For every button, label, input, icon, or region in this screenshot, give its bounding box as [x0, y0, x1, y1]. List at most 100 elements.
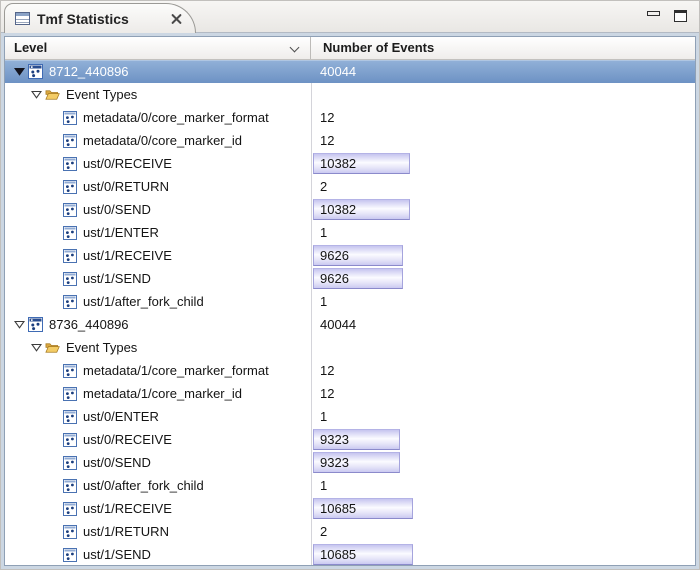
row-value: 12	[320, 386, 334, 401]
row-label: ust/1/ENTER	[83, 225, 159, 240]
folder-icon	[45, 87, 60, 102]
row-label: ust/0/RECEIVE	[83, 432, 172, 447]
column-header-number-of-events[interactable]: Number of Events	[312, 37, 695, 59]
row-value: 10685	[320, 501, 356, 516]
event-icon	[62, 156, 77, 171]
tab-tmf-statistics[interactable]: Tmf Statistics	[4, 3, 196, 33]
tree-row[interactable]: ust/1/RECEIVE10685	[5, 497, 695, 520]
expander-spacer	[45, 133, 62, 149]
tree-body: 8712_44089640044 Event Types metadata/0/…	[5, 60, 695, 565]
expander-spacer	[45, 524, 62, 540]
row-label: ust/0/SEND	[83, 202, 151, 217]
tree-row[interactable]: ust/1/RECEIVE9626	[5, 244, 695, 267]
level-cell: Event Types	[5, 336, 311, 359]
close-icon[interactable]	[170, 12, 183, 25]
folder-icon	[45, 340, 60, 355]
expander-spacer	[45, 202, 62, 218]
row-value: 1	[320, 409, 327, 424]
row-label: ust/0/RECEIVE	[83, 156, 172, 171]
row-value: 2	[320, 524, 327, 539]
tree-row[interactable]: Event Types	[5, 336, 695, 359]
tree-row[interactable]: ust/0/SEND9323	[5, 451, 695, 474]
statistics-tree-table: Level Number of Events 8712_44089640044 …	[4, 36, 696, 566]
events-cell: 40044	[311, 60, 695, 83]
trace-icon	[28, 64, 43, 79]
level-cell: ust/1/after_fork_child	[5, 290, 311, 313]
tree-row[interactable]: metadata/1/core_marker_id 12	[5, 382, 695, 405]
tree-row[interactable]: metadata/0/core_marker_id 12	[5, 129, 695, 152]
column-header-level[interactable]: Level	[5, 37, 311, 59]
row-value: 10382	[320, 202, 356, 217]
tree-row[interactable]: 8736_440896 40044	[5, 313, 695, 336]
tree-row[interactable]: ust/1/SEND 9626	[5, 267, 695, 290]
row-label: ust/1/SEND	[83, 271, 151, 286]
event-icon	[62, 363, 77, 378]
row-label: metadata/1/core_marker_id	[83, 386, 242, 401]
events-cell: 1	[311, 474, 695, 497]
tree-row[interactable]: Event Types	[5, 83, 695, 106]
maximize-icon[interactable]	[674, 10, 687, 22]
row-label: ust/1/SEND	[83, 547, 151, 562]
minimize-icon[interactable]	[647, 11, 660, 16]
expander-icon[interactable]	[11, 64, 28, 80]
expander-icon[interactable]	[11, 317, 28, 333]
expander-spacer	[45, 156, 62, 172]
row-value: 2	[320, 179, 327, 194]
row-value: 10685	[320, 547, 356, 562]
tree-row[interactable]: 8712_44089640044	[5, 60, 695, 83]
event-icon	[62, 133, 77, 148]
level-cell: metadata/1/core_marker_format	[5, 359, 311, 382]
expander-spacer	[45, 271, 62, 287]
event-icon	[62, 409, 77, 424]
tree-row[interactable]: ust/0/RECEIVE 9323	[5, 428, 695, 451]
tree-row[interactable]: metadata/1/core_marker_format 12	[5, 359, 695, 382]
level-cell: ust/0/RETURN	[5, 175, 311, 198]
event-icon	[62, 386, 77, 401]
row-value: 12	[320, 133, 334, 148]
events-cell: 9323	[311, 428, 695, 451]
tree-row[interactable]: ust/0/after_fork_child 1	[5, 474, 695, 497]
tree-row[interactable]: ust/1/after_fork_child1	[5, 290, 695, 313]
tree-row[interactable]: ust/1/ENTER 1	[5, 221, 695, 244]
expander-icon[interactable]	[28, 340, 45, 356]
tree-row[interactable]: ust/0/ENTER1	[5, 405, 695, 428]
row-label: metadata/0/core_marker_format	[83, 110, 269, 125]
events-cell: 1	[311, 290, 695, 313]
level-cell: metadata/0/core_marker_id	[5, 129, 311, 152]
level-cell: ust/0/RECEIVE	[5, 152, 311, 175]
row-value: 1	[320, 225, 327, 240]
expander-spacer	[45, 225, 62, 241]
tree-row[interactable]: ust/1/RETURN 2	[5, 520, 695, 543]
events-cell: 12	[311, 106, 695, 129]
row-label: ust/0/after_fork_child	[83, 478, 204, 493]
expander-spacer	[45, 455, 62, 471]
expander-spacer	[45, 110, 62, 126]
expander-spacer	[45, 294, 62, 310]
tree-row[interactable]: metadata/0/core_marker_format 12	[5, 106, 695, 129]
row-value: 40044	[320, 317, 356, 332]
row-value: 9626	[320, 271, 349, 286]
level-cell: metadata/1/core_marker_id	[5, 382, 311, 405]
expander-icon[interactable]	[28, 87, 45, 103]
event-icon	[62, 179, 77, 194]
expander-spacer	[45, 432, 62, 448]
row-label: metadata/1/core_marker_format	[83, 363, 269, 378]
row-label: 8736_440896	[49, 317, 129, 332]
tree-row[interactable]: ust/0/RECEIVE 10382	[5, 152, 695, 175]
events-cell: 10382	[311, 152, 695, 175]
chevron-down-icon[interactable]	[291, 44, 299, 52]
row-value: 40044	[320, 64, 356, 79]
row-label: ust/1/RECEIVE	[83, 248, 172, 263]
tree-row[interactable]: ust/1/SEND 10685	[5, 543, 695, 565]
events-cell: 2	[311, 175, 695, 198]
row-value: 12	[320, 363, 334, 378]
row-label: ust/1/RETURN	[83, 524, 169, 539]
events-cell: 12	[311, 359, 695, 382]
tree-row[interactable]: ust/0/RETURN 2	[5, 175, 695, 198]
expander-spacer	[45, 248, 62, 264]
expander-spacer	[45, 409, 62, 425]
tree-row[interactable]: ust/0/SEND 10382	[5, 198, 695, 221]
events-cell: 12	[311, 129, 695, 152]
expander-spacer	[45, 501, 62, 517]
events-cell: 40044	[311, 313, 695, 336]
